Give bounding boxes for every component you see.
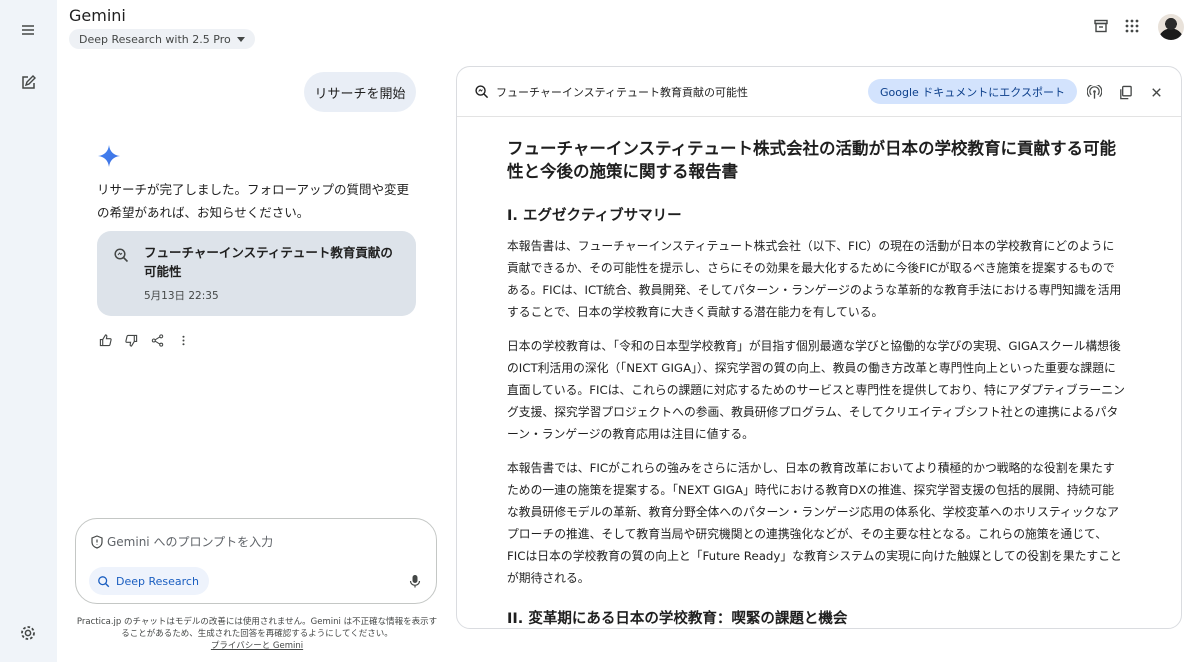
avatar[interactable] xyxy=(1158,14,1184,40)
apps-icon[interactable] xyxy=(1122,16,1142,36)
sparkle-icon xyxy=(98,145,120,167)
archive-icon[interactable] xyxy=(1091,16,1111,36)
close-icon[interactable] xyxy=(1147,83,1165,101)
copy-icon[interactable] xyxy=(1116,83,1134,101)
section-heading: II. 変革期にある日本の学校教育：喫緊の課題と機会 xyxy=(507,611,848,627)
panel-title: フューチャーインスティテュート教育貢献の可能性 xyxy=(496,86,749,99)
prompt-box: Deep Research xyxy=(75,518,437,604)
more-vert-icon[interactable] xyxy=(176,333,190,347)
message-actions xyxy=(98,333,190,347)
privacy-link[interactable]: プライバシーと Gemini xyxy=(211,641,303,651)
disclaimer-text: Practica.jp のチャットはモデルの改善には使用されません。Gemini… xyxy=(76,617,438,639)
report-panel: フューチャーインスティテュート教育貢献の可能性 Google ドキュメントにエク… xyxy=(456,66,1182,629)
disclaimer: Practica.jp のチャットはモデルの改善には使用されません。Gemini… xyxy=(76,616,438,652)
mic-icon[interactable] xyxy=(408,574,422,588)
prompt-input[interactable] xyxy=(107,531,407,553)
podcast-icon[interactable] xyxy=(1085,83,1103,101)
report-card[interactable]: フューチャーインスティテュート教育貢献の可能性 5月13日 22:35 xyxy=(97,231,416,316)
export-docs-button[interactable]: Google ドキュメントにエクスポート xyxy=(868,79,1077,104)
app-title: Gemini xyxy=(69,6,126,25)
user-message: リサーチを開始 xyxy=(304,72,416,112)
left-rail xyxy=(0,0,57,662)
deep-research-chip[interactable]: Deep Research xyxy=(89,567,209,595)
card-date: 5月13日 22:35 xyxy=(144,290,219,302)
chevron-down-icon xyxy=(236,36,245,42)
thumb-up-icon[interactable] xyxy=(98,333,112,347)
edit-icon[interactable] xyxy=(14,69,42,97)
paragraph: 本報告書は、フューチャーインスティテュート株式会社（以下、FIC）の現在の活動が… xyxy=(507,239,1122,319)
model-label: Deep Research with 2.5 Pro xyxy=(79,32,231,46)
settings-icon[interactable] xyxy=(19,624,37,642)
card-title: フューチャーインスティテュート教育貢献の可能性 xyxy=(144,245,393,279)
paragraph: 日本の学校教育は、「令和の日本型学校教育」が目指す個別最適な学びと協働的な学びの… xyxy=(507,339,1125,441)
thumb-down-icon[interactable] xyxy=(124,333,138,347)
deep-research-label: Deep Research xyxy=(116,574,199,588)
report-title: フューチャーインスティテュート株式会社の活動が日本の学校教育に貢献する可能性と今… xyxy=(507,139,1117,181)
assistant-reply: リサーチが完了しました。フォローアップの質問や変更の希望があれば、お知らせくださ… xyxy=(97,182,410,220)
menu-icon[interactable] xyxy=(14,16,42,44)
section-heading: I. エグゼクティブサマリー xyxy=(507,208,682,224)
report-document: フューチャーインスティテュート株式会社の活動が日本の学校教育に貢献する可能性と今… xyxy=(507,137,1125,628)
deep-research-icon xyxy=(475,85,489,99)
deep-research-icon xyxy=(98,575,110,587)
shield-icon xyxy=(91,535,103,549)
panel-header: フューチャーインスティテュート教育貢献の可能性 Google ドキュメントにエク… xyxy=(457,67,1181,117)
model-selector[interactable]: Deep Research with 2.5 Pro xyxy=(69,29,255,49)
paragraph: 本報告書では、FICがこれらの強みをさらに活かし、日本の教育改革においてより積極… xyxy=(507,461,1122,585)
share-icon[interactable] xyxy=(150,333,164,347)
deep-research-icon xyxy=(114,248,129,263)
